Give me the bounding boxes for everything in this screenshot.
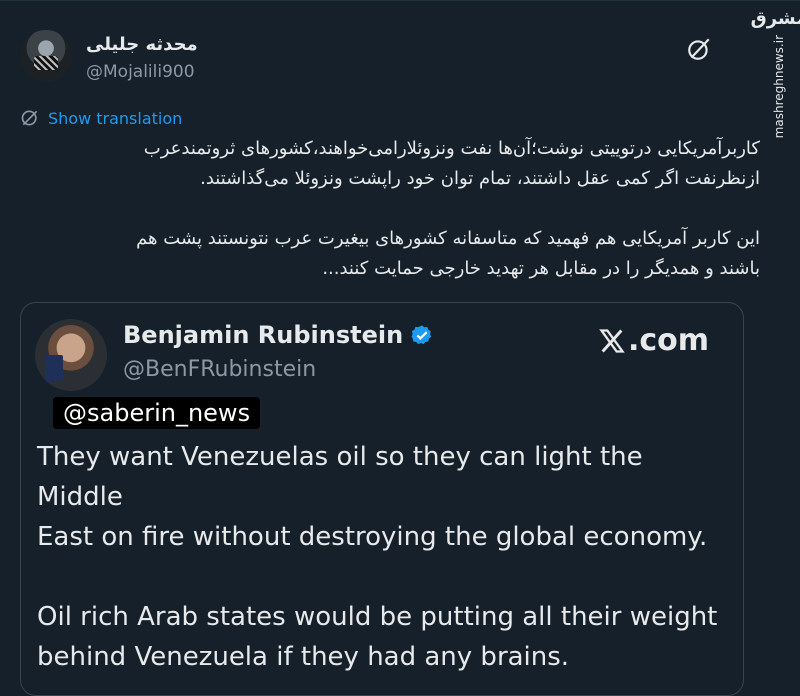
author-handle[interactable]: @Mojalili900 [86,62,195,82]
site-label: .com [598,323,709,358]
verified-badge-icon [411,325,432,345]
overlay-source-tag: @saberin_news [53,397,261,429]
tweet-text: کاربرآمریکایی درتوییتی نوشت؛آن‌ها نفت ون… [136,138,760,279]
watermark: مشرق mashreghnews.ir [751,8,800,148]
quoted-author-name-row: Benjamin Rubinstein [123,321,433,349]
show-translation-link[interactable]: Show translation [20,108,182,128]
author-avatar[interactable] [20,30,72,82]
quoted-tweet-text: They want Venezuelas oil so they can lig… [37,442,718,672]
watermark-logo: مشرق [750,8,800,29]
site-label-text: .com [627,323,709,358]
quoted-author-avatar [35,319,107,391]
grok-icon[interactable] [686,36,712,62]
quoted-tweet-card[interactable]: Benjamin Rubinstein @BenFRubinstein .com… [20,302,744,696]
translate-icon [21,110,38,126]
top-divider [0,0,800,1]
watermark-url: mashreghnews.ir [772,35,786,139]
show-translation-label[interactable]: Show translation [48,109,182,128]
x-logo-icon [599,328,625,353]
quoted-author-handle: @BenFRubinstein [123,357,317,382]
author-name[interactable]: محدثه جلیلی [86,34,198,55]
quoted-author-name: Benjamin Rubinstein [123,321,404,349]
